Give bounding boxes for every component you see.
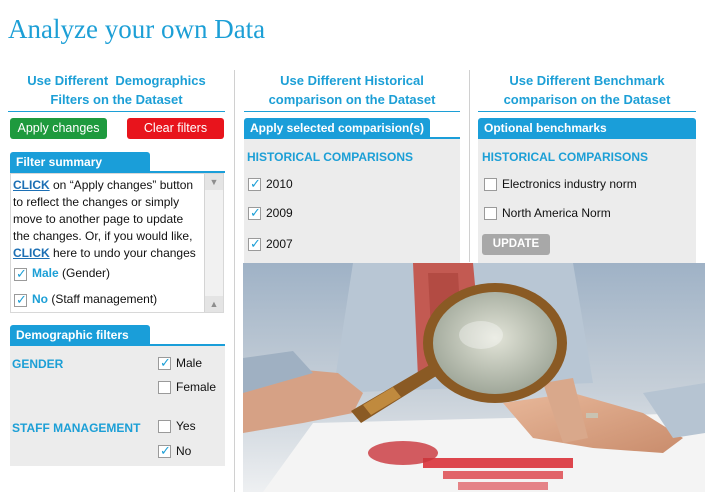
electronics-norm-checkbox[interactable] <box>484 178 497 191</box>
benchmark-heading: Use Different Benchmark comparison on th… <box>478 71 696 109</box>
benchmark-heading-line2: comparison on the Dataset <box>503 92 671 107</box>
summary-text-4: the changes. Or, if you would like, <box>13 229 193 243</box>
staff-management-label: STAFF MANAGEMENT <box>12 421 141 435</box>
heading-rule <box>244 111 460 112</box>
year-2010-checkbox[interactable] <box>248 176 261 192</box>
demographic-filters-title: Demographic filters <box>10 325 150 346</box>
staff-no-label: No <box>176 444 192 458</box>
summary-staff-checkbox[interactable] <box>14 292 27 308</box>
summary-text-2: to reflect the changes or simply <box>13 195 180 209</box>
gender-female-label: Female <box>176 380 217 394</box>
column-divider <box>234 70 235 492</box>
demographics-heading: Use Different Demographics Filters on th… <box>8 71 225 109</box>
north-america-norm-checkbox[interactable] <box>484 207 497 220</box>
heading-rule <box>8 111 225 112</box>
demographics-heading-line1: Use Different Demographics <box>27 73 206 88</box>
summary-item-category: (Staff management) <box>48 292 158 306</box>
electronics-norm-label: Electronics industry norm <box>502 177 637 191</box>
update-button[interactable]: UPDATE <box>482 234 550 255</box>
scroll-up-icon[interactable]: ▲ <box>205 296 223 312</box>
summary-gender-checkbox[interactable] <box>14 266 27 282</box>
summary-item-staff: No (Staff management) <box>32 292 157 306</box>
historical-comparisons-label: HISTORICAL COMPARISONS <box>247 150 414 164</box>
apply-selected-button[interactable]: Apply selected comparision(s) <box>244 118 430 139</box>
column-divider <box>469 70 470 262</box>
summary-item-value: No <box>32 292 48 306</box>
optional-benchmarks-title: Optional benchmarks <box>478 118 696 139</box>
gender-male-label: Male <box>176 356 203 370</box>
year-2007-checkbox[interactable] <box>248 236 261 252</box>
historical-heading-line2: comparison on the Dataset <box>268 92 436 107</box>
gender-label: GENDER <box>12 357 64 371</box>
benchmark-comparisons-label: HISTORICAL COMPARISONS <box>482 150 649 164</box>
summary-item-gender: Male (Gender) <box>32 266 110 280</box>
page-title: Analyze your own Data <box>8 14 266 44</box>
year-2010-label: 2010 <box>266 177 293 191</box>
demographics-heading-line2: Filters on the Dataset <box>50 92 183 107</box>
staff-no-checkbox[interactable] <box>158 443 171 459</box>
clear-filters-button[interactable]: Clear filters <box>127 118 224 139</box>
apply-changes-button[interactable]: Apply changes <box>10 118 107 139</box>
staff-yes-checkbox[interactable] <box>158 420 171 433</box>
magnifying-glass-photo <box>243 263 705 492</box>
gender-male-checkbox[interactable] <box>158 355 171 371</box>
historical-heading-line1: Use Different Historical <box>280 73 424 88</box>
scroll-down-icon[interactable]: ▼ <box>205 174 223 190</box>
staff-yes-label: Yes <box>176 419 196 433</box>
apply-click-link[interactable]: CLICK <box>13 178 50 192</box>
gender-female-checkbox[interactable] <box>158 381 171 394</box>
year-2009-checkbox[interactable] <box>248 205 261 221</box>
year-2009-label: 2009 <box>266 206 293 220</box>
historical-panel: HISTORICAL COMPARISONS 2010 2009 2007 <box>244 139 460 263</box>
north-america-norm-label: North America Norm <box>502 206 611 220</box>
summary-item-category: (Gender) <box>58 266 111 280</box>
heading-rule <box>478 111 696 112</box>
summary-text-1: on “Apply changes” button <box>49 178 194 192</box>
summary-scrollbar[interactable]: ▼ ▲ <box>204 174 223 312</box>
summary-item-value: Male <box>32 266 59 280</box>
benchmark-heading-line1: Use Different Benchmark <box>509 73 665 88</box>
benchmarks-panel: HISTORICAL COMPARISONS Electronics indus… <box>478 139 696 263</box>
historical-heading: Use Different Historical comparison on t… <box>244 71 460 109</box>
filter-summary-title: Filter summary <box>10 152 150 173</box>
filter-summary-box: CLICK on “Apply changes” button to refle… <box>10 173 224 313</box>
filter-summary-text: CLICK on “Apply changes” button to refle… <box>13 177 203 262</box>
demographic-filters-panel: GENDER Male Female STAFF MANAGEMENT Yes … <box>10 346 225 466</box>
summary-text-3: move to another page to update <box>13 212 184 226</box>
undo-click-link[interactable]: CLICK <box>13 246 50 260</box>
year-2007-label: 2007 <box>266 237 293 251</box>
photo-illustration <box>243 263 705 492</box>
summary-text-5: here to undo your changes <box>49 246 196 260</box>
